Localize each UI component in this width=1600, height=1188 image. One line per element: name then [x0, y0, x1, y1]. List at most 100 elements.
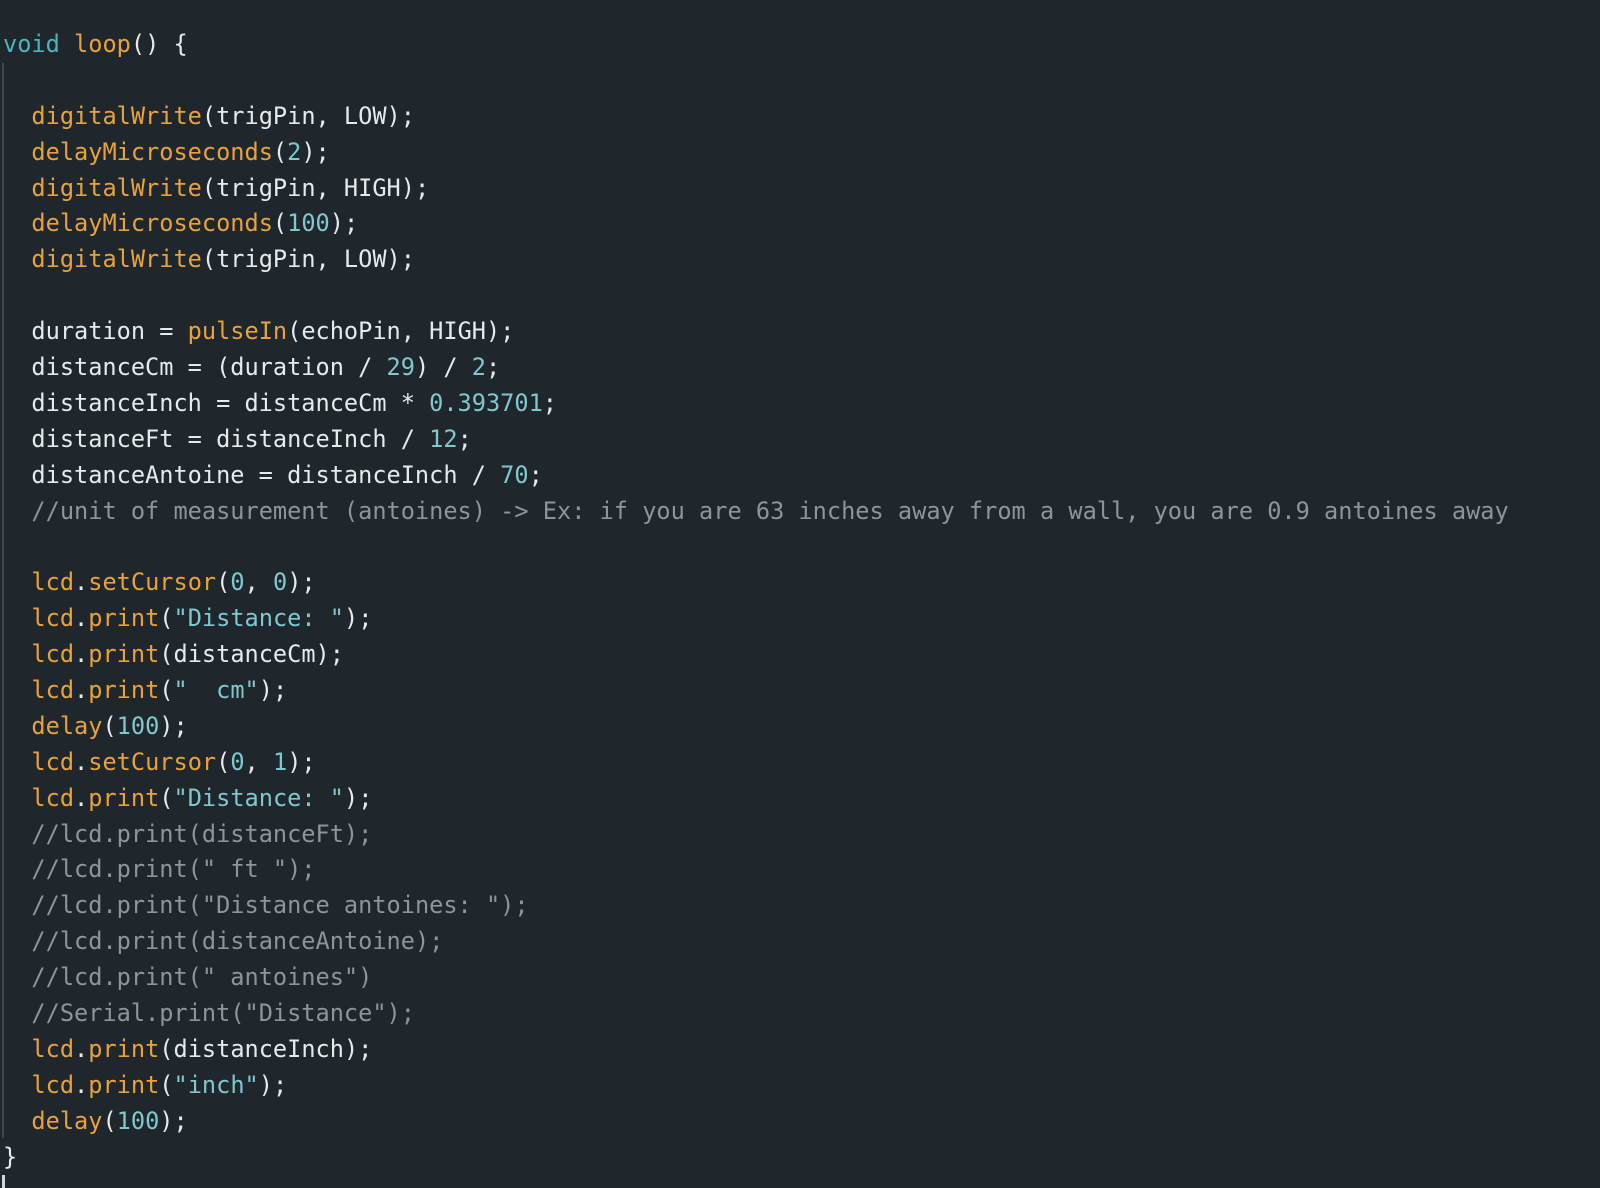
- comment-token: //lcd.print(" antoines"): [31, 963, 373, 992]
- code-line[interactable]: delayMicroseconds(2);: [3, 135, 1509, 171]
- code-line[interactable]: lcd.print(" cm");: [3, 673, 1509, 709]
- keyword-token: void: [3, 30, 60, 58]
- code-area[interactable]: void loop() { digitalWrite(trigPin, LOW)…: [3, 27, 1509, 1176]
- text-token: () {: [130, 30, 188, 58]
- text-token: .: [74, 676, 89, 705]
- function-token: lcd: [31, 568, 75, 597]
- code-line[interactable]: lcd.print(distanceCm);: [3, 637, 1509, 673]
- comment-token: //lcd.print("Distance antoines: ");: [31, 891, 529, 920]
- number-token: 0: [230, 568, 245, 597]
- number-token: 2: [471, 353, 486, 382]
- string-token: "inch": [173, 1070, 259, 1099]
- code-line[interactable]: }: [3, 1140, 1509, 1176]
- code-editor[interactable]: void loop() { digitalWrite(trigPin, LOW)…: [0, 0, 1600, 1188]
- code-line[interactable]: //lcd.print(" antoines"): [3, 960, 1509, 996]
- text-token: (trigPin, LOW);: [201, 101, 415, 130]
- text-token: .: [74, 604, 89, 633]
- text-token: (: [159, 604, 174, 633]
- text-token: .: [74, 640, 89, 669]
- function-token: delay: [31, 711, 103, 740]
- number-token: 70: [500, 460, 529, 489]
- text-token: distanceInch = distanceCm *: [3, 388, 430, 417]
- function-token: digitalWrite: [31, 101, 202, 130]
- code-line[interactable]: //lcd.print(distanceFt);: [3, 817, 1509, 853]
- text-token: (: [216, 568, 231, 597]
- function-token: lcd: [31, 1034, 75, 1063]
- code-line[interactable]: delayMicroseconds(100);: [3, 206, 1509, 242]
- code-line[interactable]: lcd.setCursor(0, 1);: [3, 745, 1509, 781]
- code-line[interactable]: delay(100);: [3, 709, 1509, 745]
- text-token: }: [3, 1142, 18, 1171]
- code-line[interactable]: digitalWrite(trigPin, LOW);: [3, 242, 1509, 278]
- code-line[interactable]: //unit of measurement (antoines) -> Ex: …: [3, 494, 1509, 530]
- text-token: );: [343, 783, 373, 812]
- function-token: lcd: [31, 1070, 75, 1099]
- text-token: (: [159, 783, 174, 812]
- string-token: "Distance: ": [173, 783, 344, 812]
- code-line[interactable]: distanceCm = (duration / 29) / 2;: [3, 350, 1509, 386]
- text-token: .: [74, 568, 89, 597]
- code-line[interactable]: lcd.print(distanceInch);: [3, 1032, 1509, 1068]
- code-line[interactable]: duration = pulseIn(echoPin, HIGH);: [3, 314, 1509, 350]
- text-token: );: [258, 1070, 288, 1099]
- function-token: print: [88, 1070, 160, 1099]
- function-token: lcd: [31, 676, 75, 705]
- function-token: print: [88, 676, 160, 705]
- function-token: delay: [31, 1106, 103, 1135]
- code-line[interactable]: distanceInch = distanceCm * 0.393701;: [3, 386, 1509, 422]
- text-token: ;: [542, 388, 557, 417]
- code-line[interactable]: lcd.print("Distance: ");: [3, 781, 1509, 817]
- text-token: );: [343, 604, 373, 633]
- comment-token: //unit of measurement (antoines) -> Ex: …: [31, 496, 1509, 525]
- number-token: 2: [287, 137, 302, 166]
- number-token: 1: [272, 747, 288, 776]
- number-token: 12: [429, 424, 458, 453]
- function-token: lcd: [31, 640, 75, 669]
- code-line[interactable]: lcd.print("Distance: ");: [3, 601, 1509, 637]
- code-line[interactable]: [3, 278, 1509, 314]
- comment-token: //lcd.print(distanceFt);: [31, 819, 373, 848]
- code-line[interactable]: void loop() {: [3, 27, 1509, 63]
- text-token: duration =: [3, 317, 188, 346]
- code-line[interactable]: distanceFt = distanceInch / 12;: [3, 422, 1509, 458]
- text-token: (trigPin, HIGH);: [201, 173, 430, 202]
- function-token: digitalWrite: [31, 173, 202, 202]
- code-line[interactable]: [3, 529, 1509, 565]
- code-line[interactable]: lcd.setCursor(0, 0);: [3, 565, 1509, 601]
- function-token: lcd: [31, 747, 75, 776]
- comment-token: //Serial.print("Distance");: [31, 999, 415, 1028]
- function-token: loop: [74, 30, 131, 58]
- number-token: 29: [386, 353, 415, 382]
- text-token: (: [216, 747, 231, 776]
- text-token: .: [74, 1070, 89, 1099]
- code-line[interactable]: distanceAntoine = distanceInch / 70;: [3, 458, 1509, 494]
- code-line[interactable]: //lcd.print("Distance antoines: ");: [3, 888, 1509, 924]
- text-token: (distanceCm);: [159, 640, 344, 669]
- code-line[interactable]: lcd.print("inch");: [3, 1068, 1509, 1104]
- code-line[interactable]: [3, 63, 1509, 99]
- text-token: );: [329, 209, 359, 238]
- code-line[interactable]: //Serial.print("Distance");: [3, 996, 1509, 1032]
- text-token: ;: [528, 460, 543, 489]
- code-line[interactable]: digitalWrite(trigPin, HIGH);: [3, 171, 1509, 207]
- code-line[interactable]: //lcd.print(" ft ");: [3, 852, 1509, 888]
- code-line[interactable]: digitalWrite(trigPin, LOW);: [3, 99, 1509, 135]
- code-line[interactable]: //lcd.print(distanceAntoine);: [3, 924, 1509, 960]
- text-token: );: [301, 137, 330, 166]
- code-line[interactable]: delay(100);: [3, 1104, 1509, 1140]
- number-token: 100: [116, 711, 160, 740]
